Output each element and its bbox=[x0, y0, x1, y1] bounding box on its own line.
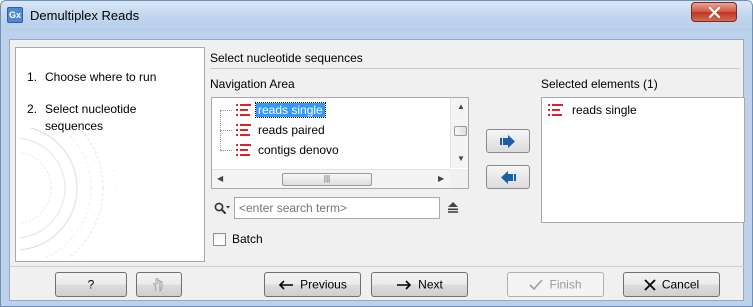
cancel-button-label: Cancel bbox=[661, 277, 700, 292]
selected-item-label: reads single bbox=[572, 103, 637, 117]
watermark-graphic bbox=[20, 128, 116, 258]
previous-button-label: Previous bbox=[300, 277, 347, 292]
search-input[interactable] bbox=[234, 197, 440, 219]
selected-elements-label: Selected elements (1) bbox=[541, 77, 658, 91]
next-button-label: Next bbox=[418, 277, 443, 292]
search-options-button[interactable] bbox=[446, 201, 460, 216]
reset-button[interactable] bbox=[136, 272, 182, 297]
scroll-corner bbox=[450, 169, 468, 188]
tree-connector bbox=[220, 150, 232, 151]
finish-button[interactable]: Finish bbox=[507, 272, 604, 297]
next-button[interactable]: Next bbox=[371, 272, 468, 297]
tree-connector bbox=[220, 130, 221, 150]
sequence-list-icon bbox=[548, 104, 563, 116]
arrow-right-icon bbox=[397, 280, 412, 290]
arrow-left-icon bbox=[279, 280, 294, 290]
batch-checkbox[interactable] bbox=[213, 233, 226, 246]
window-title: Demultiplex Reads bbox=[30, 8, 140, 23]
dialog-body: 1. Choose where to run 2. Select nucleotid… bbox=[9, 39, 745, 301]
cancel-x-icon bbox=[644, 279, 656, 291]
eject-options-icon bbox=[448, 202, 458, 213]
checkmark-icon bbox=[529, 279, 544, 290]
batch-label: Batch bbox=[232, 232, 263, 246]
cancel-button[interactable]: Cancel bbox=[623, 272, 720, 297]
tree-item-label: reads paired bbox=[258, 123, 325, 137]
arrow-left-icon bbox=[501, 171, 516, 184]
tree-connector bbox=[220, 130, 232, 131]
heading-divider bbox=[210, 68, 740, 69]
sequence-list-icon bbox=[236, 124, 251, 136]
navigation-area-label: Navigation Area bbox=[210, 77, 295, 91]
add-to-selected-button[interactable] bbox=[486, 129, 530, 153]
horizontal-scrollbar[interactable]: ◀ ||| ▶ bbox=[212, 169, 450, 188]
selected-elements-list[interactable]: reads single bbox=[541, 97, 745, 223]
help-button-label: ? bbox=[87, 277, 95, 292]
hand-reset-icon bbox=[152, 278, 163, 292]
step-1: 1. Choose where to run bbox=[27, 69, 165, 86]
title-bar: Gx Demultiplex Reads bbox=[1, 1, 752, 31]
tree-item-label: contigs denovo bbox=[258, 143, 339, 157]
vertical-scrollbar[interactable]: ▲ ▼ bbox=[450, 98, 468, 168]
button-bar-divider bbox=[10, 266, 745, 267]
scroll-down-icon[interactable]: ▼ bbox=[457, 154, 465, 163]
vertical-scroll-thumb[interactable] bbox=[454, 126, 467, 136]
tree-item-label: reads single bbox=[255, 102, 326, 118]
close-button[interactable] bbox=[691, 2, 737, 22]
scroll-up-icon[interactable]: ▲ bbox=[457, 102, 465, 111]
panel-heading: Select nucleotide sequences bbox=[210, 51, 363, 65]
main-panel: Select nucleotide sequences Navigation A… bbox=[210, 47, 745, 262]
previous-button[interactable]: Previous bbox=[264, 272, 361, 297]
close-icon bbox=[708, 7, 721, 18]
help-button[interactable]: ? bbox=[55, 272, 127, 297]
tree-connector bbox=[220, 110, 232, 111]
finish-button-label: Finish bbox=[549, 277, 582, 292]
sequence-list-icon bbox=[236, 104, 251, 116]
sequence-list-icon bbox=[236, 144, 251, 156]
dialog-window: Gx Demultiplex Reads 1. Choose where to r… bbox=[0, 0, 753, 307]
search-menu-button[interactable] bbox=[214, 202, 232, 219]
tree-connector bbox=[220, 110, 221, 130]
step-number: 2. bbox=[27, 102, 38, 116]
wizard-steps-panel: 1. Choose where to run 2. Select nucleotid… bbox=[15, 47, 205, 262]
app-icon: Gx bbox=[7, 7, 23, 23]
step-label: Choose where to run bbox=[45, 70, 157, 84]
horizontal-scroll-thumb[interactable]: ||| bbox=[282, 173, 372, 186]
step-number: 1. bbox=[27, 70, 38, 84]
navigation-tree[interactable]: reads single reads paired contigs denovo… bbox=[211, 97, 469, 189]
scroll-right-icon[interactable]: ▶ bbox=[438, 174, 444, 183]
arrow-right-icon bbox=[500, 135, 515, 148]
magnifier-dropdown-icon bbox=[214, 202, 230, 214]
remove-from-selected-button[interactable] bbox=[486, 165, 530, 189]
scroll-left-icon[interactable]: ◀ bbox=[217, 174, 223, 183]
